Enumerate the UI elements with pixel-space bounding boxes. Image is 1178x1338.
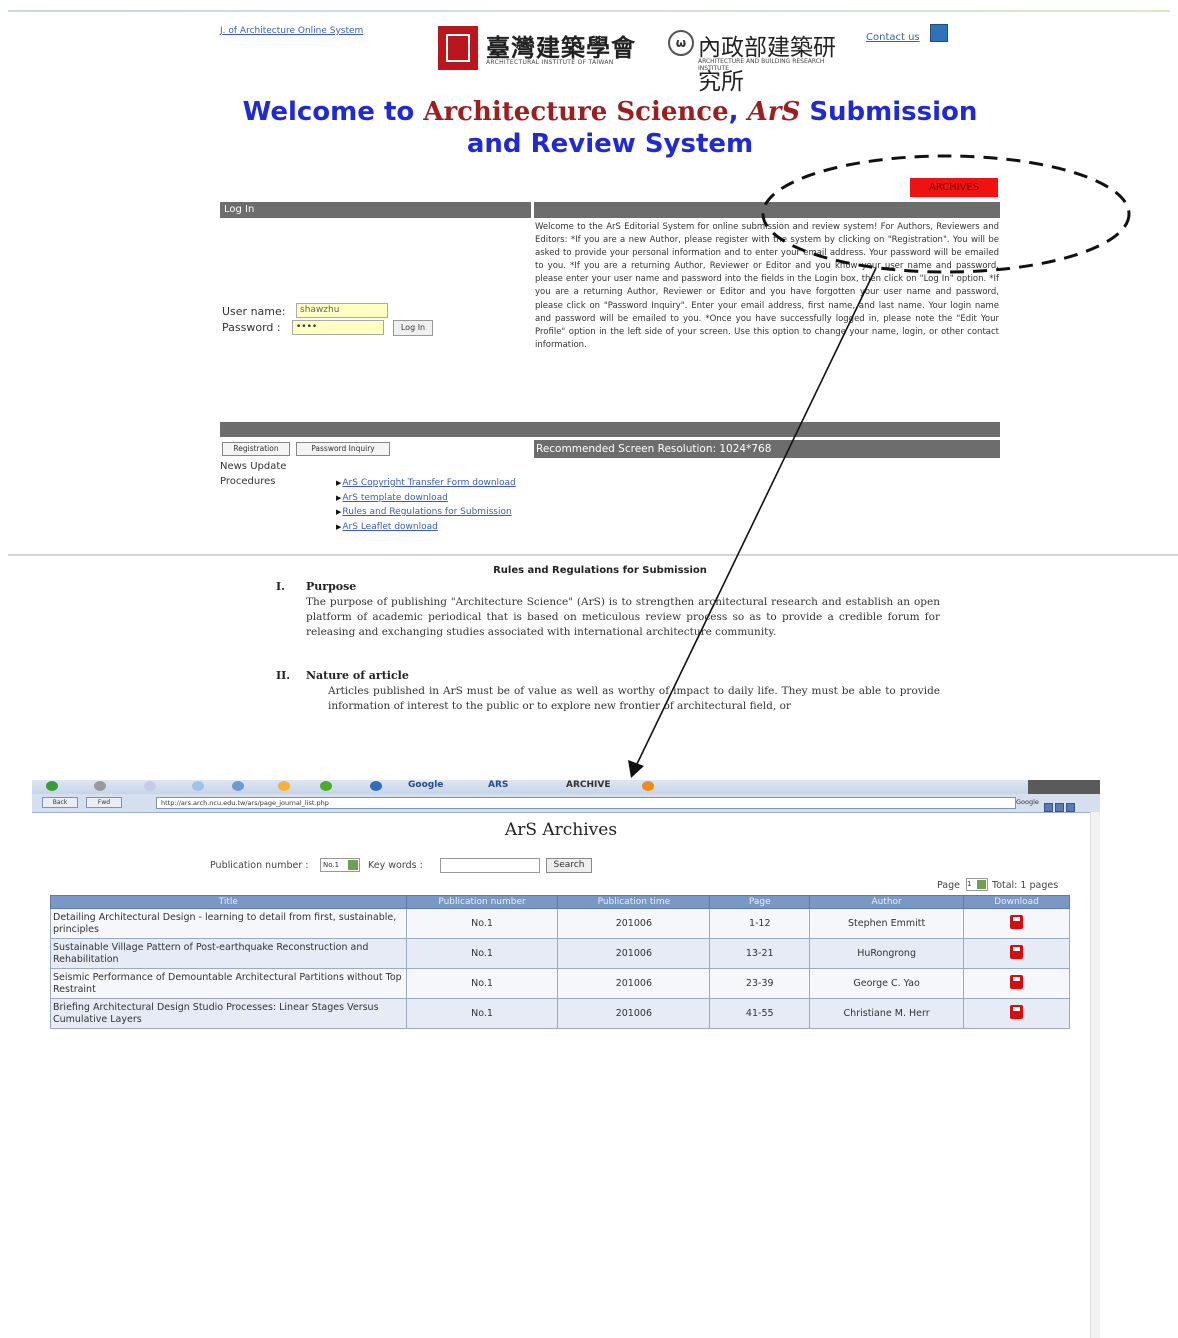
pointer-arrow-head <box>628 760 644 778</box>
pointer-arrow-line <box>635 267 877 767</box>
highlight-ellipse <box>761 154 1131 274</box>
annotation-overlay <box>628 154 1131 778</box>
